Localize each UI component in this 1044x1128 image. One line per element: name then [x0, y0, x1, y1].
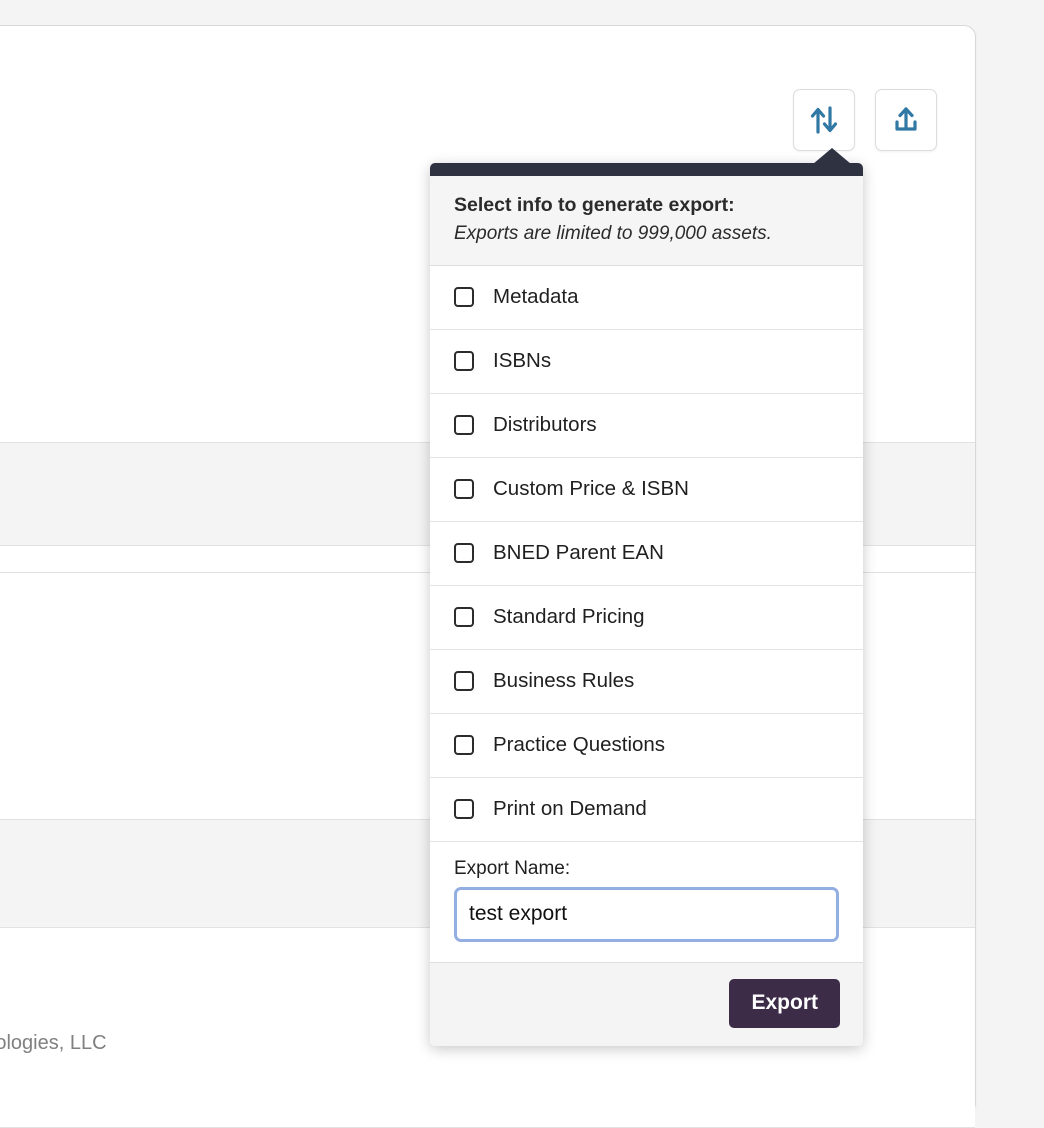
export-submit-button[interactable]: Export	[729, 978, 840, 1028]
option-row-standard-pricing[interactable]: Standard Pricing	[430, 585, 863, 650]
isbns-checkbox[interactable]	[454, 351, 474, 372]
distributors-checkbox[interactable]	[454, 415, 474, 436]
popover-footer: Export	[430, 962, 863, 1046]
export-option-list: Metadata ISBNs Distributors Custom Price…	[430, 265, 863, 842]
option-label: Custom Price & ISBN	[493, 477, 689, 501]
option-label: BNED Parent EAN	[493, 541, 664, 565]
option-label: Standard Pricing	[493, 605, 645, 629]
option-row-bned-parent-ean[interactable]: BNED Parent EAN	[430, 521, 863, 586]
popover-arrow-icon	[813, 148, 851, 164]
option-row-custom-price-isbn[interactable]: Custom Price & ISBN	[430, 457, 863, 522]
option-row-print-on-demand[interactable]: Print on Demand	[430, 777, 863, 842]
footer-copyright: Technologies, LLC	[0, 1032, 107, 1054]
practice-questions-checkbox[interactable]	[454, 735, 474, 756]
popover-header: Select info to generate export: Exports …	[430, 176, 863, 266]
print-on-demand-checkbox[interactable]	[454, 799, 474, 820]
popover-subtitle: Exports are limited to 999,000 assets.	[454, 223, 772, 245]
standard-pricing-checkbox[interactable]	[454, 607, 474, 628]
export-name-label: Export Name:	[454, 857, 571, 879]
custom-price-isbn-checkbox[interactable]	[454, 479, 474, 500]
metadata-checkbox[interactable]	[454, 287, 474, 308]
sort-arrows-icon	[810, 105, 838, 135]
option-label: Print on Demand	[493, 797, 647, 821]
export-upload-button[interactable]	[875, 89, 937, 151]
option-label: Distributors	[493, 413, 597, 437]
popover-title: Select info to generate export:	[454, 194, 735, 216]
export-name-section: Export Name:	[430, 841, 863, 963]
sort-button[interactable]	[793, 89, 855, 151]
export-name-input[interactable]	[457, 889, 836, 939]
export-popover: Select info to generate export: Exports …	[430, 148, 863, 1046]
upload-export-icon	[891, 105, 921, 135]
option-label: Practice Questions	[493, 733, 666, 757]
option-label: Business Rules	[493, 669, 635, 693]
option-label: ISBNs	[493, 349, 552, 373]
popover-accent-bar	[430, 163, 863, 176]
toolbar-actions	[793, 89, 937, 151]
option-label: Metadata	[493, 285, 579, 309]
export-name-input-wrap	[454, 886, 839, 942]
option-row-distributors[interactable]: Distributors	[430, 393, 863, 458]
option-row-isbns[interactable]: ISBNs	[430, 329, 863, 394]
bned-parent-ean-checkbox[interactable]	[454, 543, 474, 564]
option-row-business-rules[interactable]: Business Rules	[430, 649, 863, 714]
option-row-metadata[interactable]: Metadata	[430, 265, 863, 330]
option-row-practice-questions[interactable]: Practice Questions	[430, 713, 863, 778]
business-rules-checkbox[interactable]	[454, 671, 474, 692]
